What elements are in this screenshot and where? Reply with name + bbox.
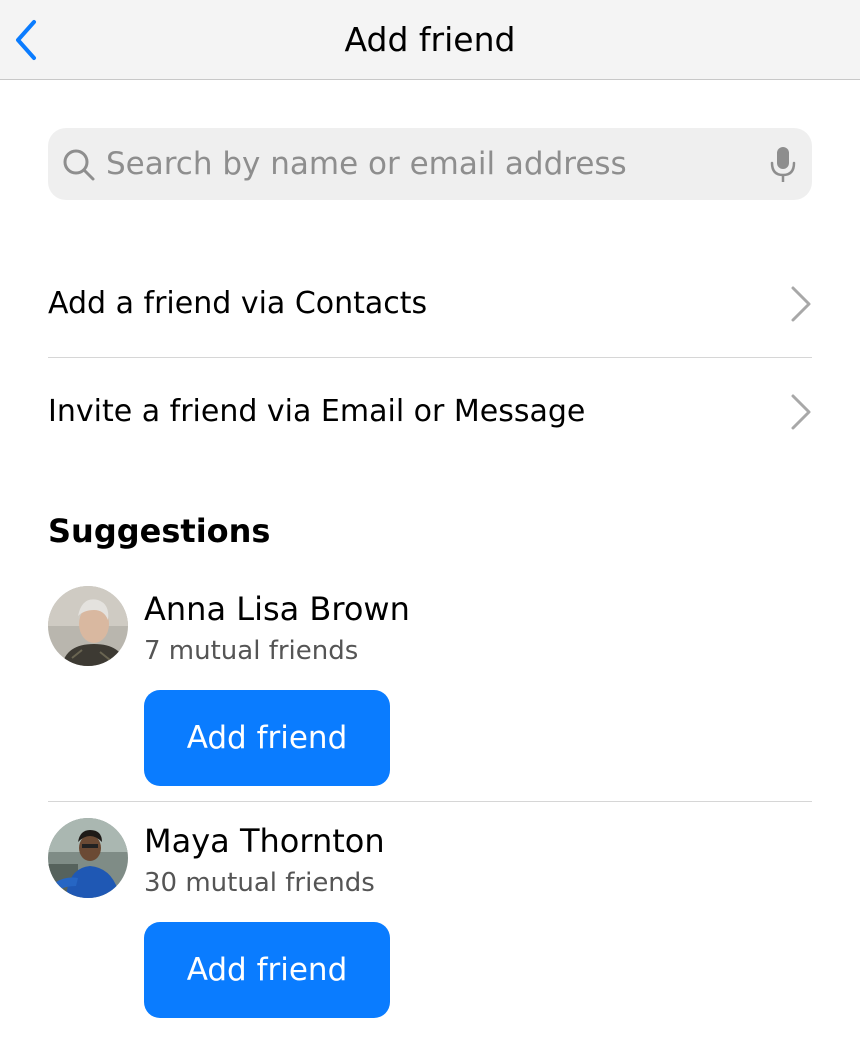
page-title: Add friend — [344, 20, 516, 59]
invite-via-email-row[interactable]: Invite a friend via Email or Message — [48, 358, 812, 466]
person-name: Anna Lisa Brown — [144, 590, 410, 628]
navigation-bar: Add friend — [0, 0, 860, 80]
search-bar[interactable] — [48, 128, 812, 200]
person-name: Maya Thornton — [144, 822, 385, 860]
search-input[interactable] — [106, 140, 746, 188]
avatar[interactable] — [48, 818, 128, 898]
add-friend-button[interactable]: Add friend — [144, 690, 390, 786]
invite-via-email-label: Invite a friend via Email or Message — [48, 394, 586, 429]
suggestion-item: Anna Lisa Brown 7 mutual friends Add fri… — [48, 586, 812, 802]
avatar-photo — [48, 586, 128, 666]
mutual-friends-count: 30 mutual friends — [144, 868, 375, 898]
mutual-friends-count: 7 mutual friends — [144, 636, 359, 666]
add-via-contacts-label: Add a friend via Contacts — [48, 286, 428, 321]
avatar[interactable] — [48, 586, 128, 666]
add-via-contacts-row[interactable]: Add a friend via Contacts — [48, 250, 812, 358]
add-friend-screen: Add friend Add a friend via Contacts Inv… — [0, 0, 860, 1044]
microphone-icon[interactable] — [768, 146, 798, 184]
avatar-photo — [48, 818, 128, 898]
add-friend-button[interactable]: Add friend — [144, 922, 390, 1018]
chevron-right-icon — [791, 394, 811, 430]
search-icon — [63, 149, 95, 181]
suggestions-heading: Suggestions — [48, 512, 271, 550]
suggestion-item: Maya Thornton 30 mutual friends Add frie… — [48, 818, 812, 1034]
chevron-right-icon — [791, 286, 811, 322]
